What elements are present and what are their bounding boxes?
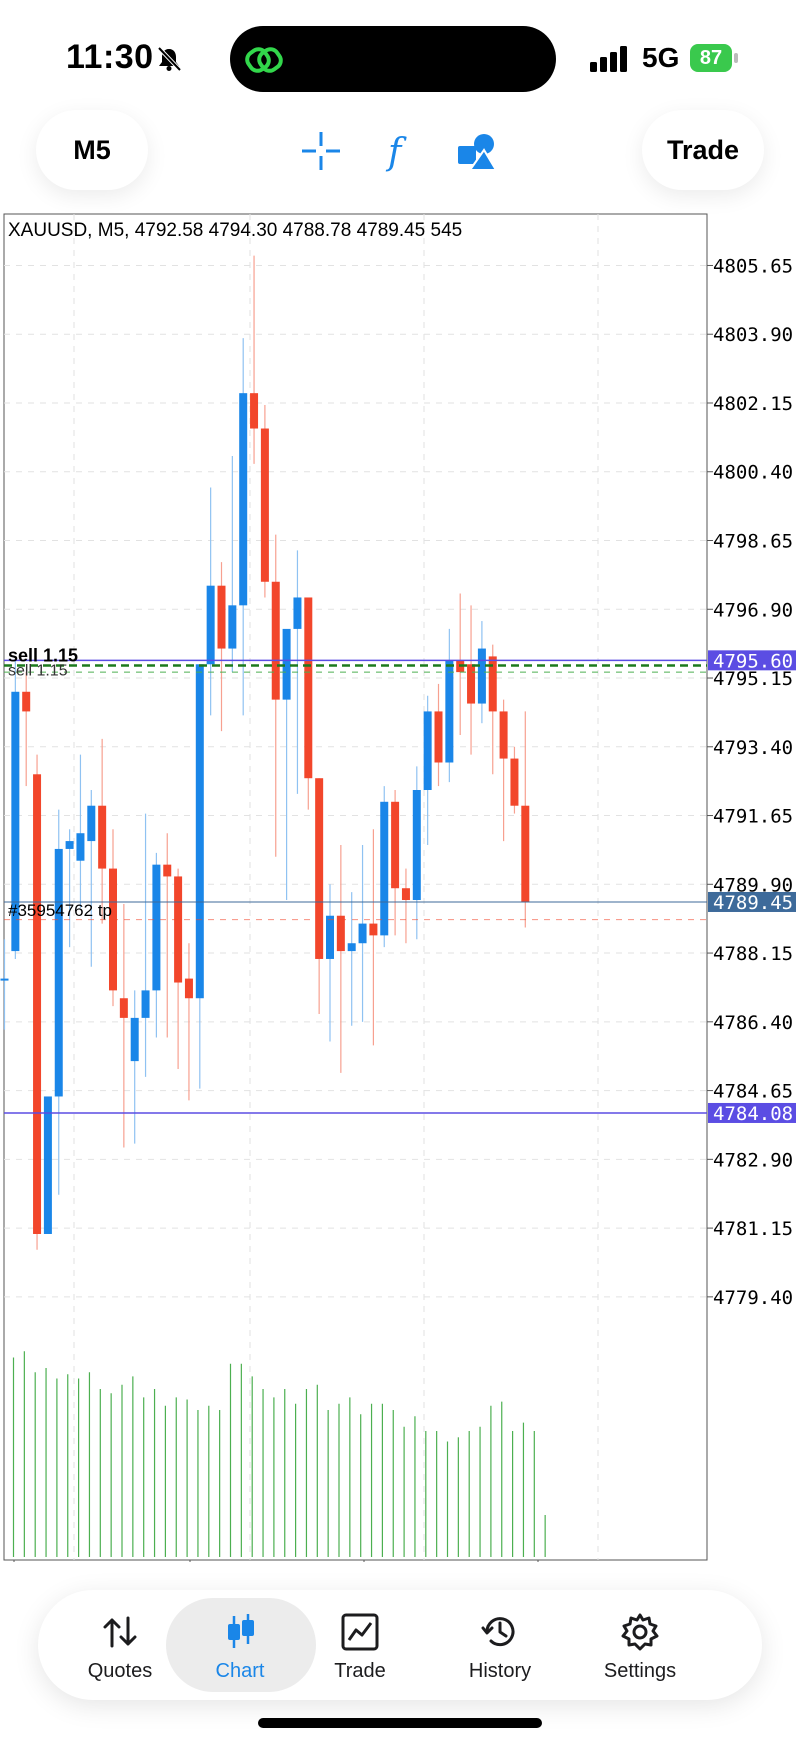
price-tick-label: 4782.90: [713, 1149, 793, 1171]
candle-body: [163, 864, 172, 877]
candle-body: [521, 805, 530, 902]
candle-body: [391, 801, 400, 889]
candle-body: [380, 801, 389, 936]
candle-body: [130, 1017, 139, 1062]
candle-body: [87, 805, 96, 842]
chart-header: XAUUSD, M5, 4792.58 4794.30 4788.78 4789…: [8, 220, 463, 241]
candle-body: [434, 711, 443, 763]
indicators-icon[interactable]: f: [378, 130, 420, 172]
candle-body: [217, 585, 226, 649]
tab-history[interactable]: History: [428, 1590, 572, 1700]
candle-body: [109, 868, 117, 991]
home-indicator: [258, 1718, 542, 1728]
candle-body: [293, 597, 302, 629]
sell-order-label-2: sell 1.15: [8, 662, 68, 679]
candle-body: [315, 778, 324, 959]
tab-bar: Quotes Chart Trade History Settings: [38, 1590, 762, 1700]
candle-body: [54, 848, 63, 1097]
tab-trade[interactable]: Trade: [288, 1590, 432, 1700]
candle-body: [445, 660, 454, 763]
candle-body: [152, 864, 161, 991]
objects-icon[interactable]: [456, 130, 498, 172]
candle-body: [423, 711, 432, 790]
candle-body: [250, 393, 259, 429]
price-tick-label: 4779.40: [713, 1287, 793, 1309]
trade-icon: [341, 1613, 379, 1651]
candle-body: [336, 915, 345, 952]
crosshair-icon[interactable]: [300, 130, 342, 172]
status-time: 11:30: [66, 38, 154, 76]
candle-body: [43, 1096, 52, 1234]
candle-body: [412, 790, 421, 901]
candle-body: [260, 428, 269, 582]
battery-icon: 87: [690, 44, 742, 72]
tab-label: Settings: [603, 1660, 677, 1682]
trade-button[interactable]: Trade: [642, 110, 764, 190]
svg-text:f: f: [385, 132, 407, 172]
tab-settings[interactable]: Settings: [568, 1590, 712, 1700]
price-tick-label: 4793.40: [713, 737, 793, 759]
ask-price-tag: 4795.60: [713, 650, 793, 672]
silent-bell-icon: [157, 46, 182, 72]
candle-body: [228, 605, 237, 649]
price-tick-label: 4791.65: [713, 806, 793, 828]
settings-icon: [621, 1613, 659, 1651]
link-icon: [245, 47, 283, 73]
candle-body: [184, 978, 193, 999]
price-tick-label: 4800.40: [713, 462, 793, 484]
candle-body: [401, 888, 410, 901]
dynamic-island: [230, 26, 556, 92]
candle-body: [65, 841, 74, 849]
price-tick-label: 4798.65: [713, 531, 793, 553]
status-bar: 11:30 5G 87: [0, 0, 800, 110]
price-tick-label: 4786.40: [713, 1012, 793, 1034]
price-tick-label: 4796.90: [713, 599, 793, 621]
candle-body: [33, 774, 42, 1234]
candle-body: [467, 664, 476, 704]
timeframe-button[interactable]: M5: [36, 110, 148, 190]
network-type: 5G: [642, 42, 680, 73]
battery-level: 87: [690, 44, 732, 72]
chart-toolbar: M5 f Trade: [0, 110, 800, 210]
candle-body: [76, 833, 85, 861]
tp-label: #35954762 tp: [8, 901, 112, 920]
candle-body: [0, 978, 9, 981]
candle-body: [477, 648, 486, 704]
price-tick-label: 4788.15: [713, 943, 793, 965]
bid-price-tag: 4789.45: [713, 892, 793, 914]
candle-body: [239, 393, 248, 606]
price-tick-label: 4781.15: [713, 1218, 793, 1240]
quotes-icon: [103, 1616, 137, 1648]
price-tick-label: 4803.90: [713, 324, 793, 346]
tab-label: History: [468, 1660, 532, 1682]
candle-body: [119, 998, 128, 1018]
candle-body: [22, 691, 31, 712]
tab-label: Trade: [334, 1660, 386, 1682]
candle-body: [98, 805, 107, 869]
candle-body: [195, 664, 204, 999]
candle-body: [174, 876, 183, 983]
candle-body: [499, 711, 508, 759]
candle-body: [206, 585, 215, 665]
alert-price-tag: 4784.08: [713, 1103, 793, 1125]
history-icon: [481, 1617, 515, 1647]
candle-body: [271, 581, 280, 700]
candle-body: [304, 597, 313, 779]
candle-body: [347, 943, 356, 952]
chart-canvas[interactable]: 4805.65 4803.90 4802.15 4800.40 4798.65 4796.…: [0, 212, 800, 1562]
price-tick-label: 4802.15: [713, 393, 793, 415]
candle-body: [326, 915, 334, 959]
chart-icon: [228, 1614, 254, 1648]
price-tick-label: 4784.65: [713, 1081, 793, 1103]
candle-body: [141, 990, 150, 1018]
price-chart[interactable]: 4805.65 4803.90 4802.15 4800.40 4798.65 4796.…: [0, 212, 800, 1562]
price-tick-label: 4805.65: [713, 255, 793, 277]
candle-body: [510, 758, 519, 806]
signal-icon: [590, 46, 627, 72]
candle-body: [369, 923, 378, 936]
candle-body: [358, 923, 367, 944]
